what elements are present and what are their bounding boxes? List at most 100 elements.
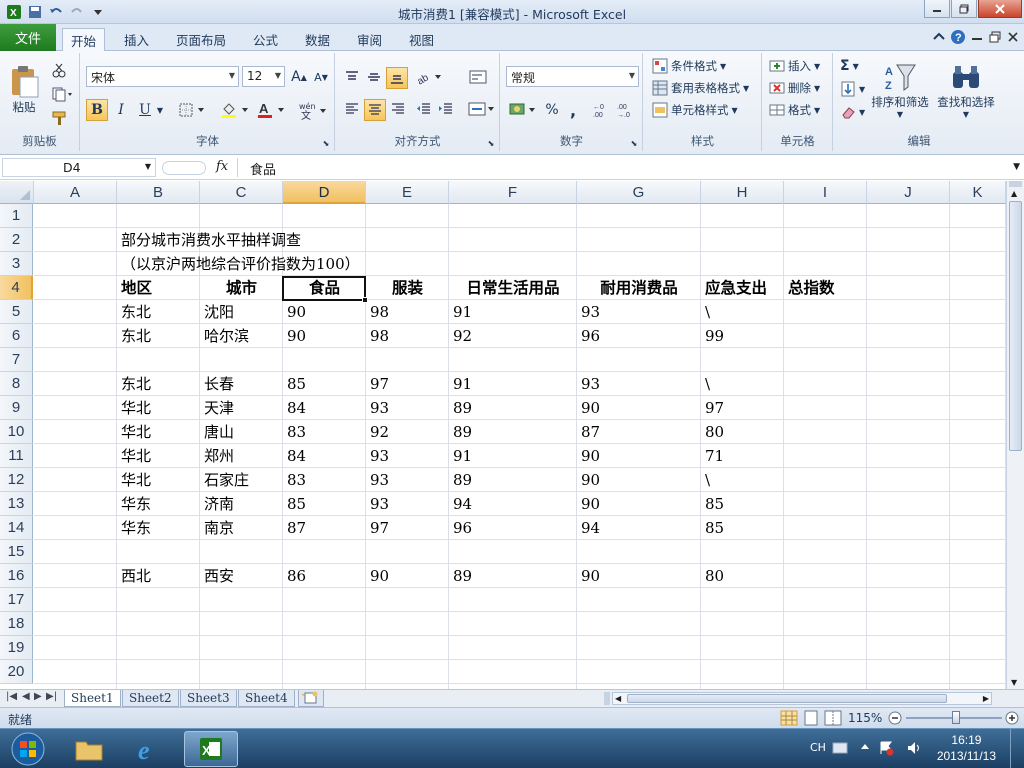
comma-style-button[interactable]: , xyxy=(565,99,581,121)
font-name-combo[interactable]: 宋体 ▼ xyxy=(86,66,239,87)
cell-F11[interactable]: 91 xyxy=(449,444,472,468)
cell-H16[interactable]: 80 xyxy=(701,564,724,588)
cell-D14[interactable]: 87 xyxy=(283,516,306,540)
cell-D12[interactable]: 83 xyxy=(283,468,306,492)
row-header-8[interactable]: 8 xyxy=(0,372,33,396)
insert-function-icon[interactable]: fx xyxy=(216,159,228,174)
column-header-A[interactable]: A xyxy=(34,181,117,204)
name-box[interactable]: D4 ▼ xyxy=(2,158,156,177)
doc-restore-icon[interactable] xyxy=(988,29,1002,45)
tab-insert[interactable]: 插入 xyxy=(116,28,157,51)
minimize-button[interactable] xyxy=(924,0,950,18)
cell-B14[interactable]: 华东 xyxy=(117,516,151,540)
row-header-16[interactable]: 16 xyxy=(0,564,33,588)
header-cell-city[interactable]: 城市 xyxy=(200,276,283,300)
header-cell-durables[interactable]: 耐用消费品 xyxy=(577,276,701,300)
column-header-B[interactable]: B xyxy=(117,181,200,204)
align-right-icon[interactable] xyxy=(388,99,408,119)
cell-H13[interactable]: 85 xyxy=(701,492,724,516)
close-button[interactable] xyxy=(978,0,1022,18)
delete-cells-button[interactable]: 删除 ▼ xyxy=(769,80,820,96)
column-header-H[interactable]: H xyxy=(701,181,784,204)
row-header-20[interactable]: 20 xyxy=(0,660,33,684)
cell-H5[interactable]: \ xyxy=(701,300,710,324)
paste-button[interactable]: 粘贴 xyxy=(6,57,42,123)
cell-G9[interactable]: 90 xyxy=(577,396,600,420)
doc-close-icon[interactable] xyxy=(1006,29,1020,45)
prev-sheet-icon[interactable]: ◀ xyxy=(22,691,30,702)
vertical-scrollbar[interactable]: ▲ ▼ xyxy=(1006,181,1024,689)
zoom-level[interactable]: 115% xyxy=(848,711,882,725)
cell-G10[interactable]: 87 xyxy=(577,420,600,444)
cell-D5[interactable]: 90 xyxy=(283,300,306,324)
cell-B5[interactable]: 东北 xyxy=(117,300,151,324)
cell-H11[interactable]: 71 xyxy=(701,444,724,468)
cell-D9[interactable]: 84 xyxy=(283,396,306,420)
accounting-format-icon[interactable] xyxy=(507,99,539,121)
formula-bar-splitter[interactable] xyxy=(162,161,206,175)
maximize-button[interactable] xyxy=(951,0,977,18)
header-cell-clothing[interactable]: 服装 xyxy=(366,276,449,300)
tab-review[interactable]: 审阅 xyxy=(349,28,390,51)
ime-indicator[interactable]: CH xyxy=(810,741,826,754)
zoom-out-icon[interactable] xyxy=(888,711,902,725)
volume-icon[interactable] xyxy=(906,740,924,756)
shrink-font-button[interactable]: A ▼ xyxy=(311,67,331,87)
format-cells-button[interactable]: 格式 ▼ xyxy=(769,102,820,118)
vertical-scroll-thumb[interactable] xyxy=(1009,201,1022,451)
cell-C10[interactable]: 唐山 xyxy=(200,420,234,444)
align-middle-icon[interactable] xyxy=(364,67,384,87)
cell-C16[interactable]: 西安 xyxy=(200,564,234,588)
action-center-icon[interactable] xyxy=(878,740,894,756)
cell-E6[interactable]: 98 xyxy=(366,324,389,348)
first-sheet-icon[interactable]: |◀ xyxy=(6,691,17,702)
font-size-combo[interactable]: 12 ▼ xyxy=(242,66,285,87)
insert-cells-button[interactable]: 插入 ▼ xyxy=(769,58,820,74)
increase-indent-icon[interactable] xyxy=(436,99,456,119)
help-icon[interactable]: ? xyxy=(950,29,966,45)
cell-E5[interactable]: 98 xyxy=(366,300,389,324)
row-header-18[interactable]: 18 xyxy=(0,612,33,636)
cell-C14[interactable]: 南京 xyxy=(200,516,234,540)
sheet-tab-2[interactable]: Sheet2 xyxy=(122,690,179,707)
percent-button[interactable]: % xyxy=(543,99,561,121)
tab-formulas[interactable]: 公式 xyxy=(245,28,286,51)
fill-color-button[interactable] xyxy=(219,99,253,121)
row-header-15[interactable]: 15 xyxy=(0,540,33,564)
row-header-13[interactable]: 13 xyxy=(0,492,33,516)
cell-B12[interactable]: 华北 xyxy=(117,468,151,492)
cell-F10[interactable]: 89 xyxy=(449,420,472,444)
sort-filter-button[interactable]: AZ 排序和筛选 ▼ xyxy=(868,57,932,123)
cell-F14[interactable]: 96 xyxy=(449,516,472,540)
row-header-6[interactable]: 6 xyxy=(0,324,33,348)
cell-B9[interactable]: 华北 xyxy=(117,396,151,420)
format-painter-icon[interactable] xyxy=(48,109,70,127)
cell-H8[interactable]: \ xyxy=(701,372,710,396)
orientation-icon[interactable]: ab xyxy=(414,67,444,87)
excel-taskbar-button[interactable]: X xyxy=(184,731,238,767)
row-header-1[interactable]: 1 xyxy=(0,204,33,228)
copy-icon[interactable] xyxy=(48,85,76,103)
tab-file[interactable]: 文件 xyxy=(0,24,56,51)
tray-expand-icon[interactable] xyxy=(860,742,870,752)
worksheet-grid[interactable]: ABCDEFGHIJK 1 2 3 4 5 6 7 8 9 10 11 12 13 14 15 16 17 18 1… xyxy=(0,181,1006,689)
scroll-left-icon[interactable]: ◀ xyxy=(615,694,621,703)
cell-B3[interactable]: （以京沪两地综合评价指数为100） xyxy=(117,252,360,276)
select-all-button[interactable] xyxy=(0,181,34,204)
cell-F6[interactable]: 92 xyxy=(449,324,472,348)
cell-B8[interactable]: 东北 xyxy=(117,372,151,396)
header-cell-total-index[interactable]: 总指数 xyxy=(784,276,835,300)
next-sheet-icon[interactable]: ▶ xyxy=(34,691,42,702)
scroll-up-icon[interactable]: ▲ xyxy=(1011,189,1017,198)
borders-button[interactable] xyxy=(177,99,209,121)
find-select-button[interactable]: 查找和选择 ▼ xyxy=(934,57,998,123)
cell-E14[interactable]: 97 xyxy=(366,516,389,540)
align-center-icon[interactable] xyxy=(364,99,386,121)
font-dialog-launcher-icon[interactable]: ⬊ xyxy=(321,138,331,148)
cell-F13[interactable]: 94 xyxy=(449,492,472,516)
cell-C13[interactable]: 济南 xyxy=(200,492,234,516)
cell-D10[interactable]: 83 xyxy=(283,420,306,444)
cell-G14[interactable]: 94 xyxy=(577,516,600,540)
cell-H14[interactable]: 85 xyxy=(701,516,724,540)
start-button[interactable] xyxy=(2,731,54,767)
